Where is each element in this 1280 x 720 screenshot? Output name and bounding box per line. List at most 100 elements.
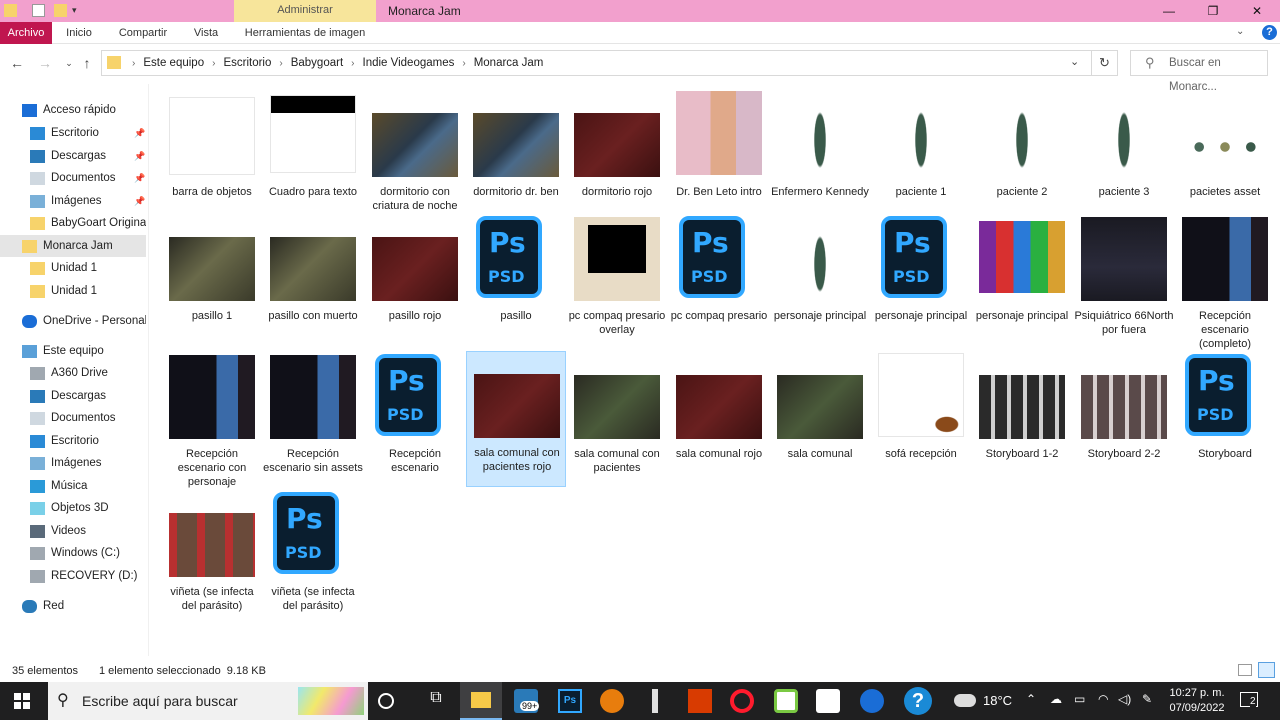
file-item[interactable]: pc compaq presario overlay [567, 215, 667, 336]
breadcrumb-separator-icon[interactable]: › [279, 58, 282, 69]
sidebar-item[interactable]: Descargas [0, 385, 146, 407]
file-item[interactable]: Ps PSD personaje principal [871, 215, 971, 335]
file-item[interactable]: Ps PSD pasillo [466, 215, 566, 335]
notifications-icon[interactable]: 2 [1240, 692, 1258, 707]
sidebar-item[interactable]: Escritorio 📌 [0, 122, 146, 144]
breadcrumb-separator-icon[interactable]: › [462, 58, 465, 69]
large-icons-view-icon[interactable] [1258, 662, 1275, 678]
office-icon[interactable] [688, 689, 712, 713]
chevron-up-icon[interactable]: ⌃ [1026, 692, 1036, 706]
sidebar-item[interactable]: RECOVERY (D:) [0, 565, 146, 587]
minimize-button[interactable]: — [1150, 0, 1188, 22]
sidebar-item[interactable]: Música [0, 475, 146, 497]
notepad-icon[interactable] [816, 689, 840, 713]
blender-icon[interactable] [600, 689, 624, 713]
breadcrumb-separator-icon[interactable]: › [212, 58, 215, 69]
file-item[interactable]: Recepción escenario sin assets [263, 353, 363, 474]
breadcrumb-indie-videogames[interactable]: Indie Videogames [363, 57, 455, 69]
file-item[interactable]: paciente 3 [1074, 91, 1174, 211]
tab-archivo[interactable]: Archivo [0, 22, 52, 44]
taskbar-search-input[interactable]: Escribe aquí para buscar [82, 682, 238, 720]
file-item[interactable]: Ps PSD pc compaq presario [669, 215, 769, 335]
details-view-icon[interactable] [1238, 664, 1252, 676]
file-item[interactable]: Ps PSD viñeta (se infecta del parásito) [263, 491, 363, 612]
pin-icon[interactable]: 📌 [134, 128, 145, 139]
sidebar-item[interactable]: Descargas 📌 [0, 145, 146, 167]
breadcrumb-escritorio[interactable]: Escritorio [223, 57, 271, 69]
app-icon[interactable] [774, 689, 798, 713]
tab-compartir[interactable]: Compartir [110, 22, 176, 44]
sidebar-item[interactable]: Imágenes 📌 [0, 190, 146, 212]
pen-icon[interactable] [644, 689, 668, 713]
cloud-sync-icon[interactable]: ☁ [1050, 692, 1062, 706]
sidebar-item[interactable]: Videos [0, 520, 146, 542]
pane-divider[interactable] [148, 84, 149, 656]
tab-inicio[interactable]: Inicio [58, 22, 100, 44]
sidebar-item[interactable]: Objetos 3D [0, 497, 146, 519]
breadcrumb-separator-icon[interactable]: › [351, 58, 354, 69]
sidebar-item[interactable]: Unidad 1 [0, 257, 146, 279]
file-item[interactable]: sala comunal con pacientes [567, 353, 667, 474]
file-item[interactable]: Cuadro para texto [263, 91, 363, 211]
file-item[interactable]: Recepción escenario (completo) [1175, 215, 1275, 350]
properties-icon[interactable] [32, 4, 45, 17]
sidebar-item[interactable]: Escritorio [0, 430, 146, 452]
app-round-icon[interactable] [860, 689, 884, 713]
file-item[interactable]: personaje principal [770, 215, 870, 335]
taskbar-search[interactable]: ⚲ Escribe aquí para buscar [48, 682, 368, 720]
wifi-icon[interactable]: ◠ [1098, 692, 1108, 706]
temperature[interactable]: 18°C [983, 682, 1012, 720]
file-item[interactable]: pasillo rojo [365, 215, 465, 335]
file-item[interactable]: paciente 1 [871, 91, 971, 211]
opera-icon[interactable] [730, 689, 754, 713]
file-item[interactable]: pasillo con muerto [263, 215, 363, 335]
cortana-icon[interactable] [378, 693, 394, 709]
new-folder-icon[interactable] [54, 4, 67, 17]
file-item[interactable]: paciente 2 [972, 91, 1072, 211]
sidebar-item[interactable]: Monarca Jam [0, 235, 146, 257]
file-item[interactable]: sala comunal con pacientes rojo [466, 351, 566, 487]
file-item[interactable]: Enfermero Kennedy [770, 91, 870, 211]
file-item[interactable]: sofá recepción [871, 353, 971, 473]
sidebar-item[interactable]: Red [0, 595, 146, 617]
sidebar-item[interactable]: Imágenes [0, 452, 146, 474]
sidebar-item[interactable]: Este equipo [0, 340, 146, 362]
tab-herramientas-imagen[interactable]: Herramientas de imagen [234, 22, 376, 44]
tab-vista[interactable]: Vista [186, 22, 226, 44]
address-dropdown-icon[interactable]: ⌄ [1070, 55, 1079, 68]
file-item[interactable]: barra de objetos [162, 91, 262, 211]
file-item[interactable]: personaje principal [972, 215, 1072, 335]
sidebar-item[interactable]: Acceso rápido [0, 99, 146, 121]
search-box[interactable]: ⚲ Buscar en Monarc... [1130, 50, 1268, 93]
close-button[interactable]: ✕ [1238, 0, 1276, 22]
sidebar-item[interactable]: Documentos [0, 407, 146, 429]
battery-icon[interactable]: ▭ [1074, 692, 1085, 706]
file-item[interactable]: viñeta (se infecta del parásito) [162, 491, 262, 612]
file-item[interactable]: sala comunal [770, 353, 870, 473]
taskbar-explorer[interactable] [460, 682, 502, 720]
speaker-icon[interactable]: ◁) [1118, 692, 1131, 706]
file-item[interactable]: Ps PSD Recepción escenario [365, 353, 465, 474]
pin-icon[interactable]: 📌 [134, 196, 145, 207]
file-item[interactable]: Psiquiátrico 66North por fuera [1074, 215, 1174, 336]
chevron-down-icon[interactable]: ▾ [72, 4, 85, 17]
clock[interactable]: 10:27 p. m. 07/09/2022 [1162, 686, 1232, 716]
file-item[interactable]: dormitorio con criatura de noche [365, 91, 465, 212]
file-item[interactable]: dormitorio dr. ben [466, 91, 566, 211]
photoshop-icon[interactable]: Ps [558, 689, 582, 713]
file-item[interactable]: dormitorio rojo [567, 91, 667, 211]
back-button[interactable]: ← [8, 54, 26, 72]
sidebar-item[interactable]: BabyGoart Originals [0, 212, 146, 234]
task-view-icon[interactable]: ⧉ [424, 689, 448, 713]
expand-ribbon-icon[interactable]: ⌄ [1236, 26, 1244, 37]
maximize-button[interactable]: ❐ [1194, 0, 1232, 22]
forward-button[interactable]: → [36, 54, 54, 72]
up-button[interactable]: ↑ [78, 54, 96, 72]
start-icon[interactable] [14, 693, 30, 709]
file-item[interactable]: Recepción escenario con personaje [162, 353, 262, 488]
pin-icon[interactable]: 📌 [134, 173, 145, 184]
help-app-icon[interactable]: ? [904, 687, 932, 715]
pen-workspace-icon[interactable]: ✎ [1142, 692, 1152, 706]
file-item[interactable]: Storyboard 1-2 [972, 353, 1072, 473]
file-item[interactable]: Storyboard 2-2 [1074, 353, 1174, 473]
